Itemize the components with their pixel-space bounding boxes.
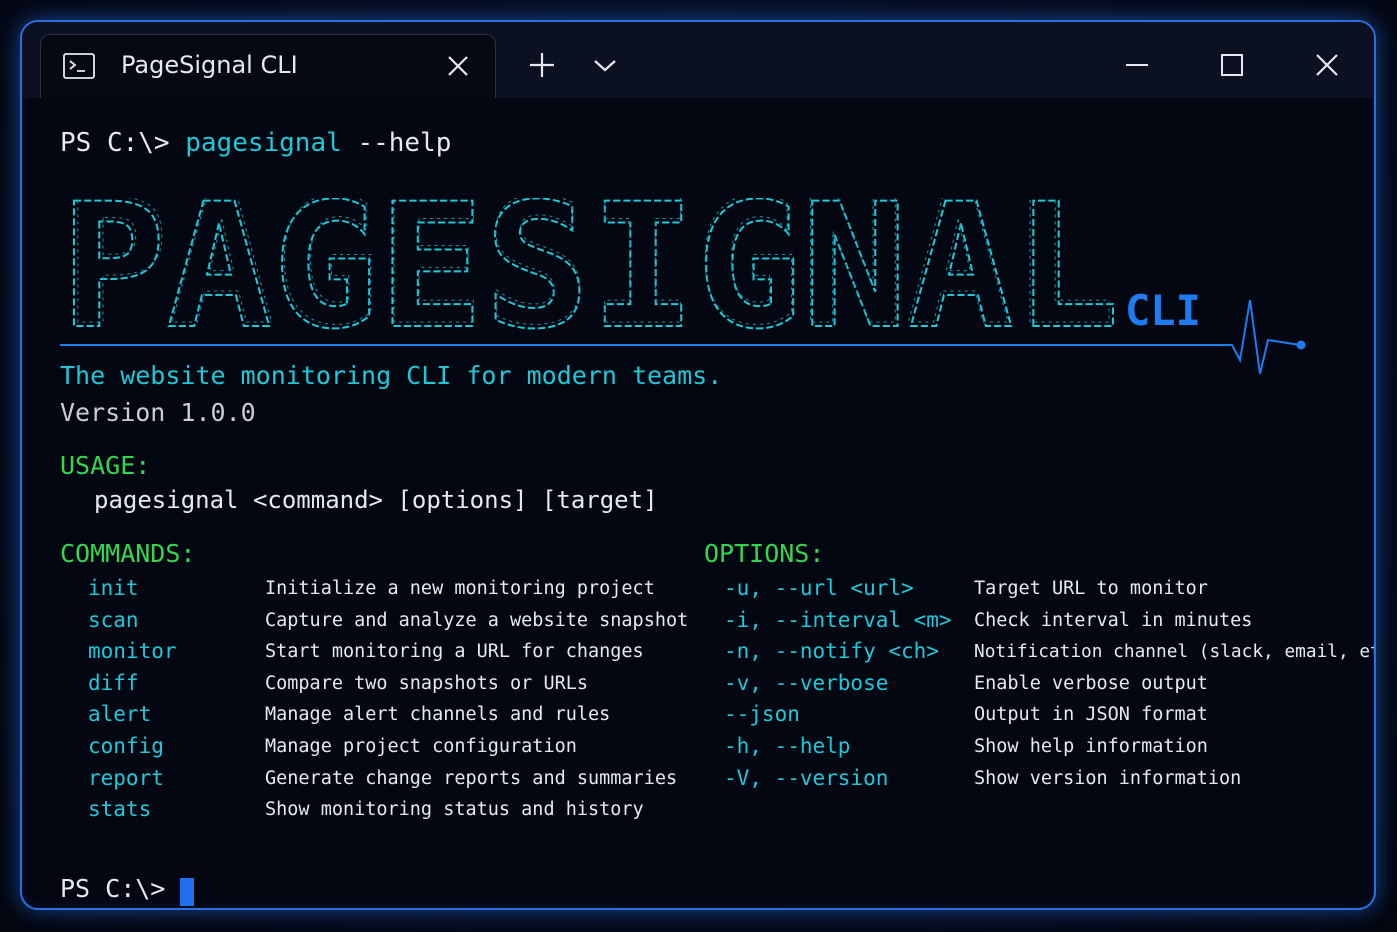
option-notify-desc: Notification channel (slack, email, etc.… [974, 641, 1376, 662]
option-help-desc: Show help information [974, 736, 1208, 757]
option-help: -h, --help [724, 734, 851, 758]
command-monitor: monitor [88, 639, 177, 663]
option-verbose: -v, --verbose [724, 671, 889, 695]
option-url-desc: Target URL to monitor [974, 578, 1208, 599]
new-tab-plus-icon[interactable] [527, 50, 557, 80]
command-alert-desc: Manage alert channels and rules [265, 704, 611, 725]
terminal-window: PageSignal CLI PS C:\> pagesignal --help [20, 20, 1376, 910]
option-json-desc: Output in JSON format [974, 704, 1208, 725]
command-init: init [88, 576, 139, 600]
prompt: PS C:\> [60, 128, 170, 158]
command-stats-desc: Show monitoring status and history [265, 799, 644, 820]
command-scan: scan [88, 608, 139, 632]
option-verbose-desc: Enable verbose output [974, 673, 1208, 694]
version-text: Version 1.0.0 [60, 398, 256, 427]
terminal-content[interactable]: PS C:\> pagesignal --help PAGESIGNAL PAG… [22, 98, 1376, 908]
option-notify: -n, --notify <ch> [724, 639, 939, 663]
close-tab-icon[interactable] [445, 53, 471, 79]
maximize-icon[interactable] [1217, 50, 1247, 80]
text-cursor[interactable] [180, 878, 194, 906]
command-args: --help [357, 128, 452, 158]
chevron-down-icon[interactable] [590, 50, 620, 80]
command-init-desc: Initialize a new monitoring project [265, 578, 655, 599]
command-monitor-desc: Start monitoring a URL for changes [265, 641, 644, 662]
tab-title: PageSignal CLI [121, 51, 298, 79]
command-scan-desc: Capture and analyze a website snapshot [265, 610, 689, 631]
command-report-desc: Generate change reports and summaries [265, 768, 678, 789]
command-name: pagesignal [185, 128, 342, 158]
usage-heading: USAGE: [60, 451, 151, 480]
terminal-icon [63, 53, 95, 79]
command-config: config [88, 734, 164, 758]
close-window-icon[interactable] [1312, 50, 1342, 80]
command-stats: stats [88, 797, 152, 821]
tab-pagesignal-cli[interactable]: PageSignal CLI [40, 34, 496, 98]
command-report: report [88, 766, 164, 790]
tagline: The website monitoring CLI for modern te… [60, 361, 723, 390]
option-interval-desc: Check interval in minutes [974, 610, 1253, 631]
commands-heading: COMMANDS: [60, 539, 196, 568]
options-heading: OPTIONS: [704, 539, 825, 568]
option-version-desc: Show version information [974, 768, 1242, 789]
option-interval: -i, --interval <m> [724, 608, 952, 632]
minimize-icon[interactable] [1122, 50, 1152, 80]
command-line: PS C:\> pagesignal --help [60, 128, 451, 158]
command-diff-desc: Compare two snapshots or URLs [265, 673, 589, 694]
option-json: --json [724, 702, 800, 726]
command-alert: alert [88, 702, 152, 726]
option-url: -u, --url <url> [724, 576, 914, 600]
command-config-desc: Manage project configuration [265, 736, 577, 757]
title-bar: PageSignal CLI [22, 22, 1374, 98]
final-prompt: PS C:\> [60, 874, 166, 903]
option-version: -V, --version [724, 766, 889, 790]
usage-line: pagesignal <command> [options] [target] [94, 486, 658, 514]
command-diff: diff [88, 671, 139, 695]
